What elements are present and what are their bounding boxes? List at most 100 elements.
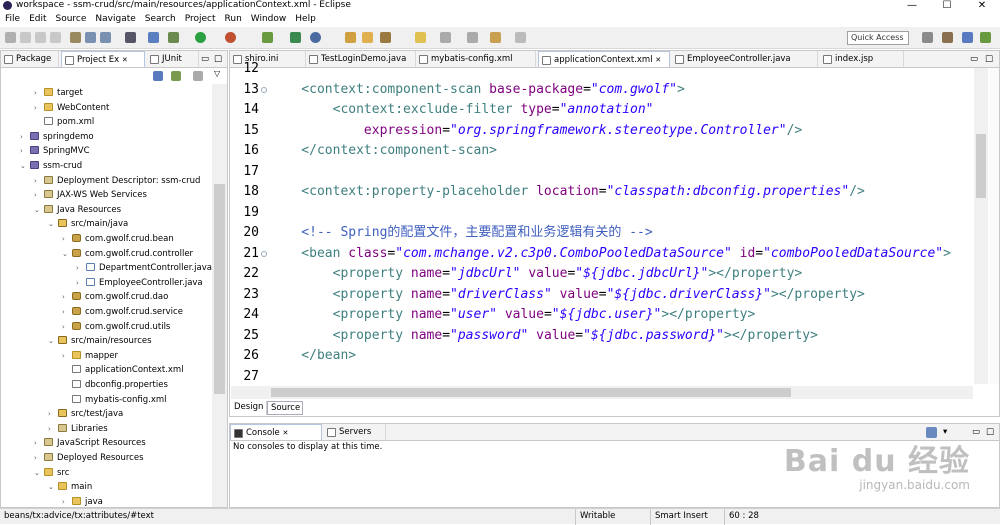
fold-toggle-icon[interactable]	[261, 86, 267, 93]
expand-arrow-icon[interactable]: ›	[62, 232, 72, 246]
minimize-view-icon[interactable]: ▭	[201, 51, 209, 67]
tree-item[interactable]: › EmployeeController.java	[76, 276, 203, 290]
tree-item[interactable]: › com.gwolf.crud.dao	[62, 290, 168, 304]
print-icon[interactable]	[50, 32, 61, 43]
expand-arrow-icon[interactable]: ⌄	[48, 217, 58, 231]
code-line[interactable]: <context:property-placeholder location="…	[270, 182, 973, 203]
code-line[interactable]	[270, 162, 973, 183]
expand-arrow-icon[interactable]: ›	[48, 422, 58, 436]
skip-breakpoints-icon[interactable]	[148, 32, 159, 43]
tree-item[interactable]: › com.gwolf.crud.utils	[62, 320, 170, 334]
code-line[interactable]: <!-- Spring的配置文件，主要配置和业务逻辑有关的 -->	[270, 223, 973, 244]
run-icon[interactable]	[195, 32, 206, 43]
tab-package-explorer[interactable]: Package	[1, 51, 59, 67]
editor-hscrollbar[interactable]	[231, 386, 973, 399]
menu-edit[interactable]: Edit	[24, 11, 50, 27]
minimize-button[interactable]: —	[902, 0, 922, 11]
view-menu-icon[interactable]: ▽	[214, 69, 220, 78]
code-line[interactable]	[270, 203, 973, 224]
expand-arrow-icon[interactable]: ›	[20, 144, 30, 158]
tree-scroll-thumb[interactable]	[214, 184, 225, 394]
fold-toggle-icon[interactable]	[261, 250, 267, 257]
save-icon[interactable]	[20, 32, 31, 43]
tree-item[interactable]: › target	[34, 86, 83, 100]
expand-arrow-icon[interactable]: ›	[62, 305, 72, 319]
tree-item[interactable]: › java	[62, 495, 103, 507]
expand-arrow-icon[interactable]: ⌄	[20, 159, 30, 173]
code-line[interactable]: <context:exclude-filter type="annotation…	[270, 100, 973, 121]
expand-arrow-icon[interactable]: ›	[76, 276, 86, 290]
tree-item[interactable]: ⌄ src/main/java	[48, 217, 128, 231]
tree-item[interactable]: dbconfig.properties	[62, 378, 168, 392]
expand-arrow-icon[interactable]: ⌄	[34, 203, 44, 217]
new-icon[interactable]	[5, 32, 16, 43]
menu-help[interactable]: Help	[290, 11, 320, 27]
code-line[interactable]	[270, 367, 973, 388]
filter-icon[interactable]	[193, 71, 203, 81]
expand-arrow-icon[interactable]: ›	[48, 407, 58, 421]
external-tools-icon[interactable]	[225, 32, 236, 43]
menu-file[interactable]: File	[0, 11, 24, 27]
tab-design[interactable]: Design	[231, 401, 267, 415]
editor-vscrollbar[interactable]	[974, 68, 988, 384]
new-class-icon[interactable]	[310, 32, 321, 43]
editor-vscroll-thumb[interactable]	[976, 134, 986, 198]
close-icon[interactable]: ✕	[122, 56, 128, 64]
maximize-view-icon[interactable]: □	[214, 51, 222, 67]
annotation-icon[interactable]	[415, 32, 426, 43]
menu-run[interactable]: Run	[220, 11, 246, 27]
tree-scrollbar[interactable]	[212, 84, 227, 507]
java-ee-perspective-icon[interactable]	[942, 32, 953, 43]
build-icon[interactable]	[100, 32, 111, 43]
prev-annotation-icon[interactable]	[467, 32, 478, 43]
code-line[interactable]: <bean class = "com.mchange.v2.c3p0.ComboPo…	[270, 244, 973, 265]
tree-item[interactable]: › com.gwolf.crud.bean	[62, 232, 174, 246]
tree-item[interactable]: ⌄ com.gwolf.crud.controller	[62, 247, 193, 261]
menu-source[interactable]: Source	[51, 11, 91, 27]
expand-arrow-icon[interactable]: ›	[62, 290, 72, 304]
code-line[interactable]: <property name="driverClass" value="${jd…	[270, 285, 973, 306]
forward-icon[interactable]	[515, 32, 526, 43]
expand-arrow-icon[interactable]: ›	[20, 130, 30, 144]
expand-arrow-icon[interactable]: ⌄	[48, 480, 58, 494]
code-line[interactable]: <property name="jdbcUrl" value="${jdbc.j…	[270, 264, 973, 285]
debug-perspective-icon[interactable]	[980, 32, 991, 43]
minimize-console-icon[interactable]: ▭	[972, 424, 980, 440]
tab-project-explorer[interactable]: Project Ex ✕	[61, 51, 145, 67]
tree-item[interactable]: › Deployed Resources	[34, 451, 144, 465]
tree-item[interactable]: › JAX-WS Web Services	[34, 188, 147, 202]
maximize-console-icon[interactable]: □	[986, 424, 994, 440]
tree-item[interactable]: ⌄ src/main/resources	[48, 334, 152, 348]
tree-item[interactable]: › Libraries	[48, 422, 108, 436]
expand-arrow-icon[interactable]: ›	[34, 174, 44, 188]
next-annotation-icon[interactable]	[440, 32, 451, 43]
expand-arrow-icon[interactable]: ⌄	[34, 466, 44, 480]
expand-arrow-icon[interactable]: ›	[76, 261, 86, 275]
tab-junit[interactable]: JUnit	[147, 51, 199, 67]
back-icon[interactable]	[490, 32, 501, 43]
search-folder-icon[interactable]	[362, 32, 373, 43]
pen-icon[interactable]	[380, 32, 391, 43]
tree-item[interactable]: ⌄ ssm-crud	[20, 159, 82, 173]
terminal-icon[interactable]	[125, 32, 136, 43]
tree-item[interactable]: › src/test/java	[48, 407, 123, 421]
code-line[interactable]: <context:component-scan base-package="co…	[270, 80, 973, 101]
collapse-all-icon[interactable]	[153, 71, 163, 81]
tree-item[interactable]: › WebContent	[34, 101, 109, 115]
editor-hscroll-thumb[interactable]	[271, 388, 791, 397]
tab-source[interactable]: Source	[267, 401, 303, 415]
new-java-project-icon[interactable]	[262, 32, 273, 43]
expand-arrow-icon[interactable]: ›	[34, 86, 44, 100]
close-button[interactable]: ✕	[972, 0, 992, 11]
code-line[interactable]: <property name="user" value="${jdbc.user…	[270, 305, 973, 326]
expand-arrow-icon[interactable]: ›	[34, 451, 44, 465]
open-perspective-icon[interactable]	[922, 32, 933, 43]
tree-item[interactable]: › SpringMVC	[20, 144, 90, 158]
tree-item[interactable]: mybatis-config.xml	[62, 393, 167, 407]
tree-item[interactable]: › com.gwolf.crud.service	[62, 305, 183, 319]
new-package-icon[interactable]	[290, 32, 301, 43]
tab-servers[interactable]: Servers	[324, 424, 386, 440]
expand-arrow-icon[interactable]: ›	[34, 436, 44, 450]
expand-arrow-icon[interactable]: ›	[62, 495, 72, 507]
code-line[interactable]: </context:component-scan>	[270, 141, 973, 162]
